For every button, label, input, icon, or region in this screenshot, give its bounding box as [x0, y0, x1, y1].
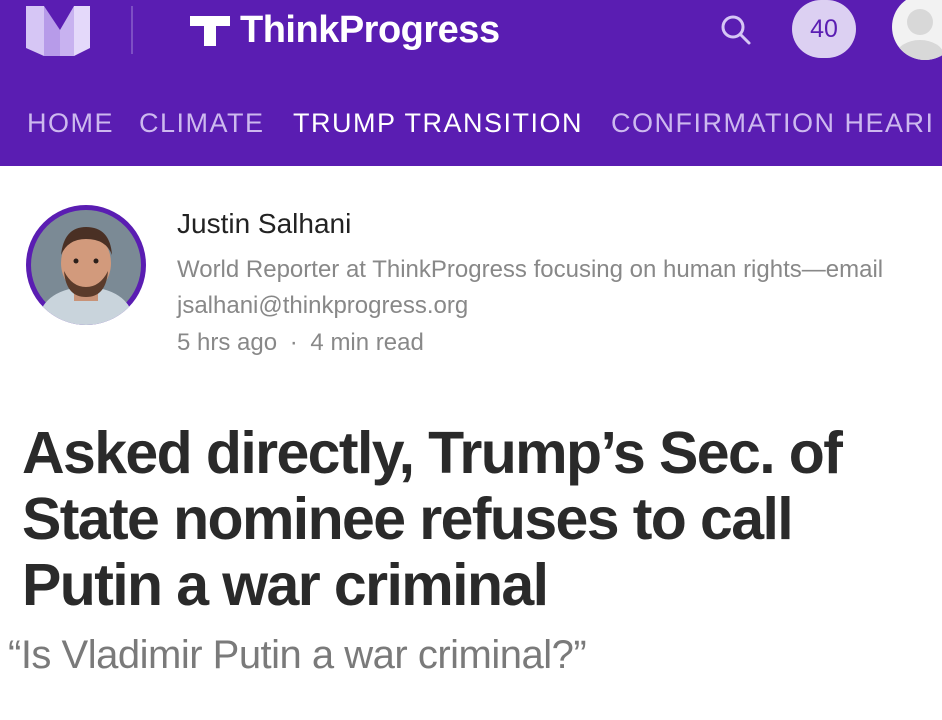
article-meta: 5 hrs ago · 4 min read	[177, 329, 424, 357]
thinkprogress-logo-icon	[190, 16, 230, 46]
notification-badge[interactable]: 40	[792, 0, 856, 58]
read-time: 4 min read	[310, 329, 424, 356]
section-nav: HOME CLIMATE TRUMP TRANSITION CONFIRMATI…	[0, 96, 942, 156]
top-bar: ThinkProgress 40 HOME CLIMATE TRUMP TRAN…	[0, 0, 942, 166]
medium-logo-icon[interactable]	[26, 4, 90, 56]
nav-item-confirmation-hearings[interactable]: CONFIRMATION HEARI	[611, 108, 935, 139]
user-silhouette-icon	[896, 9, 942, 60]
brand-name: ThinkProgress	[240, 8, 500, 51]
user-avatar[interactable]	[892, 0, 942, 60]
nav-item-trump-transition[interactable]: TRUMP TRANSITION	[293, 108, 583, 139]
author-avatar[interactable]	[26, 205, 146, 325]
author-name[interactable]: Justin Salhani	[177, 208, 351, 240]
header-divider	[131, 6, 133, 54]
article-headline: Asked directly, Trump’s Sec. of State no…	[22, 420, 843, 618]
published-time: 5 hrs ago	[177, 329, 278, 356]
article-subtitle: “Is Vladimir Putin a war criminal?”	[8, 633, 587, 677]
meta-separator: ·	[289, 329, 298, 356]
author-bio: World Reporter at ThinkProgress focusing…	[177, 256, 884, 319]
author-photo-image	[31, 210, 141, 325]
nav-item-climate[interactable]: CLIMATE	[139, 108, 265, 139]
nav-item-home[interactable]: HOME	[27, 108, 114, 139]
brand[interactable]: ThinkProgress	[190, 6, 500, 54]
search-icon[interactable]	[716, 10, 756, 50]
